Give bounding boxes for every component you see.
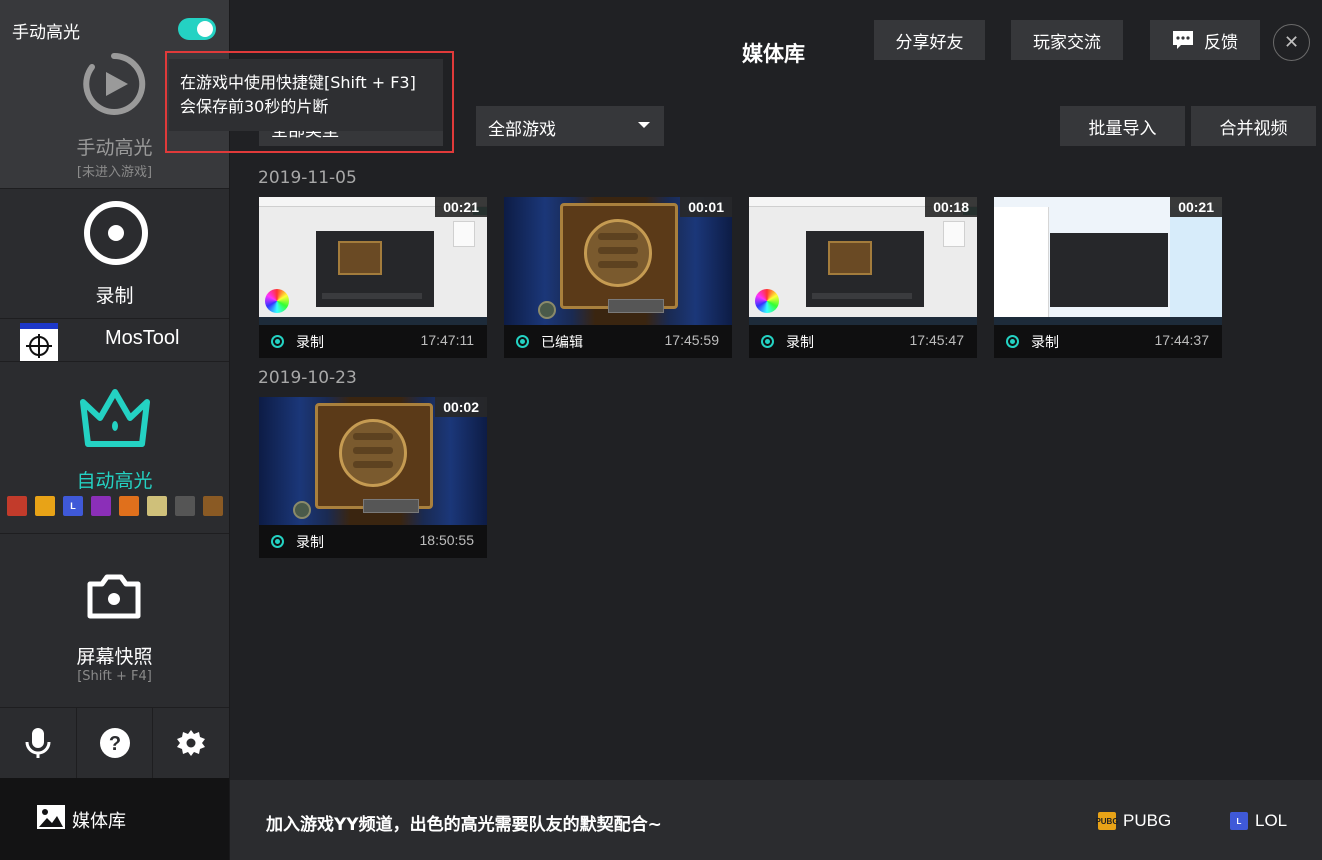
clip-time: 17:47:11: [420, 332, 474, 348]
pubg-icon: [35, 496, 55, 516]
screenshot-label: 屏幕快照: [76, 646, 153, 668]
clip-card[interactable]: 00:18 录制 17:45:47: [749, 197, 977, 358]
player-community-label: 玩家交流: [1033, 32, 1101, 53]
settings-button[interactable]: [153, 708, 229, 778]
overwatch-icon: [175, 496, 195, 516]
mostool-icon: [20, 323, 58, 361]
clip-duration: 00:01: [680, 197, 732, 217]
settings-icon: [177, 730, 206, 756]
help-button[interactable]: ?: [77, 708, 154, 778]
replay-icon: [83, 52, 146, 115]
clip-tag: 已编辑: [541, 335, 583, 351]
chevron-down-icon: [638, 122, 650, 128]
pubg-mobile-icon: [147, 496, 167, 516]
microphone-button[interactable]: [0, 708, 77, 778]
record-dot-icon: [761, 335, 774, 348]
yy-channel-message[interactable]: 加入游戏YY频道，出色的高光需要队友的默契配合~: [266, 810, 662, 835]
close-button[interactable]: ✕: [1273, 24, 1310, 61]
media-library-label: 媒体库: [72, 811, 126, 832]
svg-text:?: ?: [108, 733, 120, 755]
mostool-label: MosTool: [105, 327, 180, 349]
camera-icon: [87, 574, 141, 619]
tooltip-content: 在游戏中使用快捷键[Shift + F3] 会保存前30秒的片断: [169, 59, 443, 131]
clip-card[interactable]: 00:02 录制 18:50:55: [259, 397, 487, 558]
date-group-label: 2019-10-23: [258, 368, 357, 388]
clip-time: 17:44:37: [1154, 332, 1210, 348]
record-dot-icon: [271, 335, 284, 348]
crossfire-icon: [119, 496, 139, 516]
screenshot-shortcut: [Shift + F4]: [77, 669, 152, 684]
mostool-button[interactable]: MosTool: [0, 318, 229, 362]
close-icon: ✕: [1283, 32, 1300, 53]
pubg-channel-link[interactable]: PUBG PUBG: [1095, 811, 1172, 831]
clip-card[interactable]: 00:21 录制 17:44:37: [994, 197, 1222, 358]
record-icon: [84, 201, 148, 265]
clip-duration: 00:18: [925, 197, 977, 217]
shortcut-tooltip: 在游戏中使用快捷键[Shift + F3] 会保存前30秒的片断: [165, 51, 454, 153]
pubg-channel-label: PUBG: [1123, 811, 1172, 830]
record-label: 录制: [95, 285, 134, 307]
clip-card[interactable]: 00:21 录制 17:47:11: [259, 197, 487, 358]
record-dot-icon: [271, 535, 284, 548]
record-dot-icon: [1006, 335, 1019, 348]
manual-highlight-status: [未进入游戏]: [76, 165, 153, 180]
auto-highlight-button[interactable]: 自动高光 L: [0, 362, 229, 534]
game-filter-dropdown[interactable]: 全部游戏: [476, 106, 664, 146]
lol-channel-label: LOL: [1255, 811, 1288, 830]
batch-import-label: 批量导入: [1088, 118, 1157, 139]
auto-highlight-label: 自动高光: [76, 470, 153, 492]
merge-video-label: 合并视频: [1219, 118, 1288, 139]
clip-footer: 录制 17:47:11: [259, 325, 487, 358]
clip-card[interactable]: 00:01 已编辑 17:45:59: [504, 197, 732, 358]
lol-channel-link[interactable]: L LOL: [1230, 811, 1287, 831]
image-icon: [37, 805, 65, 829]
clip-tag: 录制: [296, 335, 324, 351]
feedback-label: 反馈: [1204, 32, 1238, 53]
clip-time: 17:45:59: [664, 332, 720, 348]
date-group-label: 2019-11-05: [258, 168, 357, 188]
crown-icon: [80, 389, 150, 447]
page-title: 媒体库: [742, 42, 805, 66]
game-filter-label: 全部游戏: [488, 120, 556, 140]
clip-time: 18:50:55: [419, 532, 475, 548]
clip-footer: 录制 17:44:37: [994, 325, 1222, 358]
manual-highlight-toggle[interactable]: [178, 18, 216, 40]
sidebar-tools: ?: [0, 708, 229, 778]
merge-video-button[interactable]: 合并视频: [1191, 106, 1316, 146]
clip-tag: 录制: [1031, 335, 1059, 351]
batch-import-button[interactable]: 批量导入: [1060, 106, 1185, 146]
clip-tag: 录制: [296, 535, 324, 551]
hearthstone-icon: [203, 496, 223, 516]
screenshot-button[interactable]: 屏幕快照 [Shift + F4]: [0, 534, 229, 708]
player-community-button[interactable]: 玩家交流: [1011, 20, 1123, 60]
help-icon: ?: [99, 728, 130, 758]
clip-footer: 已编辑 17:45:59: [504, 325, 732, 358]
tooltip-line-1: 在游戏中使用快捷键[Shift + F3]: [180, 73, 416, 92]
record-button[interactable]: 录制: [0, 188, 229, 318]
feedback-button[interactable]: 反馈: [1150, 20, 1260, 60]
clip-time: 17:45:47: [909, 332, 965, 348]
pubg-icon: PUBG: [1095, 812, 1119, 830]
supported-games: L: [7, 496, 223, 516]
chat-icon: [1173, 31, 1193, 49]
clip-duration: 00:02: [435, 397, 487, 417]
clip-footer: 录制 18:50:55: [259, 525, 487, 558]
csgo-icon: [91, 496, 111, 516]
clip-duration: 00:21: [435, 197, 487, 217]
share-friends-label: 分享好友: [895, 32, 964, 53]
clip-tag: 录制: [786, 335, 814, 351]
bottom-bar: 加入游戏YY频道，出色的高光需要队友的默契配合~ PUBG PUBG L LOL: [230, 780, 1322, 860]
manual-highlight-toggle-label: 手动高光: [12, 23, 80, 43]
media-library-nav[interactable]: 媒体库: [0, 778, 229, 860]
lol-icon: L: [1230, 812, 1248, 830]
share-friends-button[interactable]: 分享好友: [874, 20, 985, 60]
clip-footer: 录制 17:45:47: [749, 325, 977, 358]
record-dot-icon: [516, 335, 529, 348]
dota2-icon: [7, 496, 27, 516]
lol-icon: L: [63, 496, 83, 516]
tooltip-line-2: 会保存前30秒的片断: [180, 97, 329, 116]
microphone-icon: [25, 728, 51, 758]
clip-duration: 00:21: [1170, 197, 1222, 217]
